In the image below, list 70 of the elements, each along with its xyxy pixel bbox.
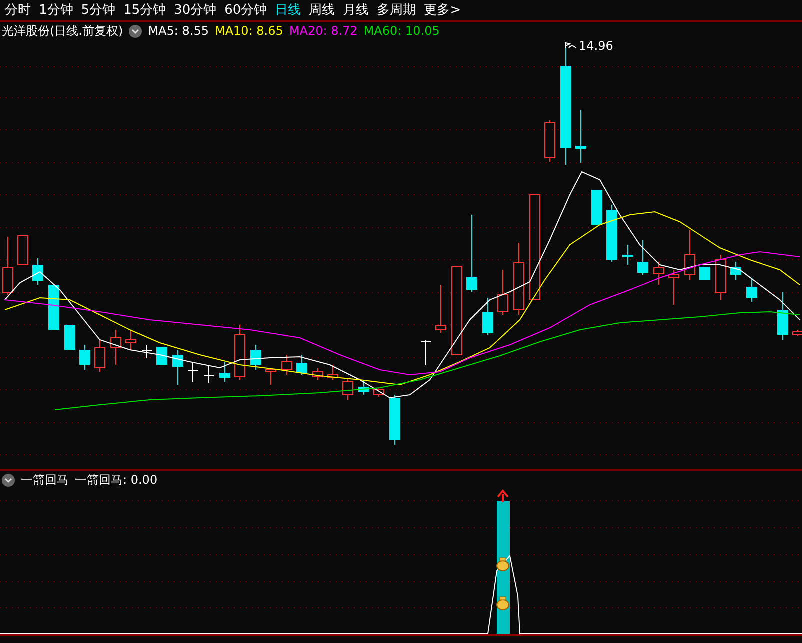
moving-average-label: MA20: 8.72 [289, 24, 358, 38]
period-tab[interactable]: 月线 [340, 1, 374, 19]
candlestick [282, 354, 292, 376]
candlestick [266, 368, 276, 386]
candlestick [792, 330, 802, 336]
candlestick [94, 340, 106, 372]
indicator-name: 一箭回马 [21, 472, 69, 488]
candlestick [746, 278, 758, 302]
candlestick [482, 298, 494, 336]
indicator-value: 一箭回马: 0.00 [75, 472, 158, 488]
candlestick [638, 240, 648, 276]
candlestick [328, 364, 338, 380]
candlestick [622, 244, 634, 266]
candlestick [312, 368, 324, 380]
candlestick [126, 330, 136, 350]
candlestick [110, 330, 122, 366]
candlestick [576, 110, 586, 164]
up-arrow-icon [497, 489, 509, 503]
candlestick [668, 270, 680, 306]
period-tab[interactable]: 5分钟 [78, 1, 121, 19]
candlestick [172, 350, 184, 386]
period-tab[interactable]: 日线 [272, 1, 306, 19]
candlestick [296, 354, 308, 376]
candlestick [2, 236, 14, 296]
period-tab[interactable]: 1分钟 [36, 1, 78, 19]
candlestick [32, 258, 44, 286]
period-tab[interactable]: 更多> [421, 1, 466, 19]
candlestick [606, 204, 618, 262]
period-tab[interactable]: 多周期 [374, 1, 422, 19]
candlestick [250, 344, 262, 370]
candlestick [18, 236, 28, 266]
dropdown-icon[interactable] [2, 474, 15, 486]
candlestick [654, 262, 664, 286]
candlestick [156, 346, 168, 366]
candlestick [544, 120, 556, 162]
candlestick [234, 324, 246, 380]
candlestick [716, 254, 726, 300]
candlestick [374, 388, 384, 398]
high-marker-icon [566, 42, 576, 48]
candlestick [188, 362, 198, 382]
dropdown-icon[interactable] [129, 24, 142, 38]
candlestick [730, 262, 742, 280]
candlestick [436, 284, 446, 334]
candlestick [48, 284, 60, 330]
candlestick [142, 344, 152, 358]
moving-average-label: MA60: 10.05 [364, 24, 440, 38]
candlestick [390, 394, 400, 446]
candlestick [64, 324, 76, 350]
candlestick [342, 378, 354, 400]
candlestick [80, 344, 90, 370]
candlestick [220, 362, 230, 382]
period-tab[interactable]: 30分钟 [171, 1, 222, 19]
period-tab[interactable]: 15分钟 [120, 1, 172, 19]
period-tab[interactable]: 周线 [306, 1, 340, 19]
moving-average-label: MA5: 8.55 [148, 24, 209, 38]
candlestick [778, 292, 788, 340]
candlestick [700, 266, 710, 280]
moving-average-label: MA10: 8.65 [214, 24, 284, 38]
candlestick [498, 270, 508, 316]
candlestick [204, 364, 214, 384]
candlestick [420, 340, 432, 366]
candlestick [684, 230, 696, 280]
money-bag-icon [496, 596, 510, 610]
period-tab[interactable]: 分时 [2, 1, 36, 19]
chart-title: 光洋股份(日线.前复权) [2, 22, 124, 40]
period-tab[interactable]: 60分钟 [222, 1, 272, 19]
high-price-label: 14.96 [579, 40, 614, 53]
money-bag-icon [496, 558, 510, 572]
candlestick [358, 380, 370, 396]
candlestick [592, 190, 602, 226]
